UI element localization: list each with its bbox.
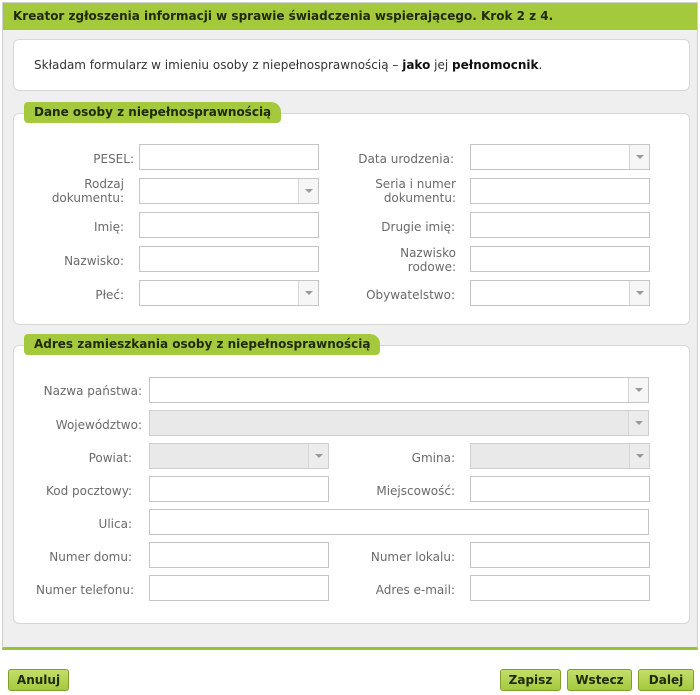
citizenship-select[interactable] <box>470 280 650 306</box>
email-label: Adres e-mail: <box>375 583 455 597</box>
street-label: Ulica: <box>98 517 132 531</box>
country-label: Nazwa państwa: <box>43 384 142 398</box>
house-label: Numer domu: <box>49 550 132 564</box>
phone-label: Numer telefonu: <box>35 583 134 597</box>
intro-mid: jej <box>430 58 453 72</box>
secondname-input[interactable] <box>470 212 650 238</box>
postal-label: Kod pocztowy: <box>45 484 132 498</box>
house-input[interactable] <box>149 542 329 568</box>
chevron-down-icon[interactable] <box>629 281 649 305</box>
birthdate-label: Data urodzenia: <box>358 152 454 166</box>
sex-label: Płeć: <box>95 288 124 302</box>
intro-box: Składam formularz w imieniu osoby z niep… <box>13 39 690 91</box>
person-section: Dane osoby z niepełnosprawnością PESEL: … <box>13 102 690 325</box>
voivodeship-label: Województwo: <box>55 418 142 432</box>
wizard-title: Kreator zgłoszenia informacji w sprawie … <box>3 3 697 30</box>
pesel-label: PESEL: <box>93 152 134 166</box>
address-section: Adres zamieszkania osoby z niepełnospraw… <box>13 334 690 624</box>
birthdate-select[interactable] <box>470 144 650 170</box>
firstname-input[interactable] <box>139 212 319 238</box>
email-input[interactable] <box>470 575 650 601</box>
lastname-label: Nazwisko: <box>64 254 124 268</box>
next-button[interactable]: Dalej <box>638 669 694 691</box>
chevron-down-icon <box>308 444 328 468</box>
secondname-label: Drugie imię: <box>381 220 455 234</box>
save-button[interactable]: Zapisz <box>500 669 561 691</box>
person-legend: Dane osoby z niepełnosprawnością <box>24 102 282 123</box>
citizenship-label: Obywatelstwo: <box>366 288 455 302</box>
address-legend: Adres zamieszkania osoby z niepełnospraw… <box>24 334 381 355</box>
chevron-down-icon[interactable] <box>298 179 318 203</box>
chevron-down-icon[interactable] <box>298 281 318 305</box>
cancel-button[interactable]: Anuluj <box>8 669 69 691</box>
pesel-input[interactable] <box>139 144 319 170</box>
intro-role-b: pełnomocnik <box>452 58 539 72</box>
postal-input[interactable] <box>149 476 329 502</box>
voivodeship-select[interactable] <box>149 410 649 436</box>
phone-input[interactable] <box>149 575 329 601</box>
commune-label: Gmina: <box>411 451 455 465</box>
city-label: Miejscowość: <box>376 484 455 498</box>
county-select[interactable] <box>149 443 329 469</box>
docnumber-label: Seria i numer dokumentu: <box>375 177 456 205</box>
chevron-down-icon[interactable] <box>629 145 649 169</box>
intro-suffix: . <box>538 58 543 72</box>
chevron-down-icon[interactable] <box>628 378 648 402</box>
commune-select[interactable] <box>470 443 650 469</box>
doctype-select[interactable] <box>139 178 319 204</box>
doctype-label: Rodzaj dokumentu: <box>51 177 124 205</box>
back-button[interactable]: Wstecz <box>567 669 632 691</box>
chevron-down-icon <box>629 444 649 468</box>
familyname-label: Nazwisko rodowe: <box>400 246 456 274</box>
county-label: Powiat: <box>88 451 132 465</box>
chevron-down-icon <box>628 411 648 435</box>
wizard-window: Kreator zgłoszenia informacji w sprawie … <box>2 2 698 650</box>
city-input[interactable] <box>470 476 650 502</box>
firstname-label: Imię: <box>94 220 124 234</box>
flat-label: Numer lokalu: <box>370 550 455 564</box>
country-select[interactable] <box>149 377 649 403</box>
docnumber-input[interactable] <box>470 178 650 204</box>
street-input[interactable] <box>149 509 649 535</box>
familyname-input[interactable] <box>470 246 650 272</box>
lastname-input[interactable] <box>139 246 319 272</box>
flat-input[interactable] <box>470 542 650 568</box>
intro-prefix: Składam formularz w imieniu osoby z niep… <box>34 58 403 72</box>
sex-select[interactable] <box>139 280 319 306</box>
intro-role-a: jako <box>402 58 431 72</box>
